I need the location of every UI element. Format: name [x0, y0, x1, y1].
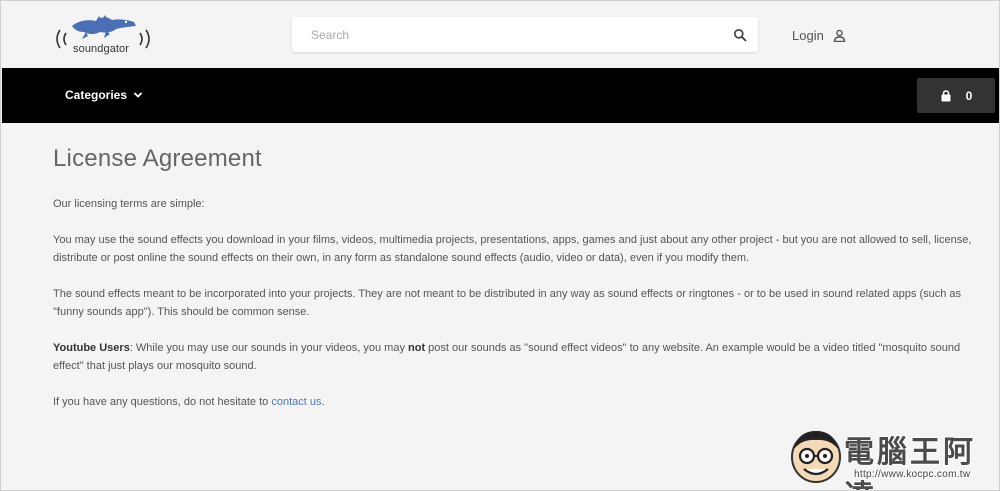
incorporation-paragraph: The sound effects meant to be incorporat… [53, 288, 962, 318]
questions-paragraph: If you have any questions, do not hesita… [53, 393, 325, 411]
watermark-url: http://www.kocpc.com.tw [854, 469, 971, 480]
login-link[interactable]: Login [792, 26, 846, 44]
page-title: License Agreement [53, 145, 262, 172]
main-navbar: Categories 0 [2, 68, 999, 123]
watermark: 電腦王阿達 http://www.kocpc.com.tw [786, 425, 996, 490]
contact-us-link[interactable]: contact us [271, 396, 321, 408]
soundgator-logo[interactable]: soundgator [52, 12, 156, 60]
categories-dropdown[interactable]: Categories [65, 88, 143, 102]
categories-label: Categories [65, 88, 128, 102]
page-frame: soundgator Login Categories [0, 0, 1000, 491]
user-icon [833, 29, 846, 42]
mascot-face-icon [791, 431, 841, 483]
login-label: Login [792, 27, 824, 43]
youtube-users-label: Youtube Users [53, 342, 130, 354]
youtube-text-a: : While you may use our sounds in your v… [129, 342, 408, 354]
questions-text: If you have any questions, do not hesita… [53, 396, 272, 408]
cart-count: 0 [965, 88, 973, 103]
watermark-title: 電腦王阿達 [844, 435, 976, 490]
youtube-paragraph: Youtube Users: While you may use our sou… [53, 339, 993, 375]
search-input[interactable] [292, 17, 722, 52]
site-header: soundgator Login [2, 2, 999, 68]
questions-end: . [321, 396, 325, 408]
chevron-down-icon [134, 92, 142, 98]
shopping-bag-icon [941, 89, 951, 101]
search-box [292, 17, 758, 52]
usage-paragraph: You may use the sound effects you downlo… [53, 234, 972, 264]
youtube-not-emphasis: not [408, 342, 426, 354]
license-content: License Agreement Our licensing terms ar… [53, 144, 973, 408]
search-icon[interactable] [733, 28, 747, 42]
logo-text: soundgator [73, 43, 130, 55]
cart-button[interactable]: 0 [917, 78, 995, 113]
intro-paragraph: Our licensing terms are simple: [53, 198, 205, 210]
